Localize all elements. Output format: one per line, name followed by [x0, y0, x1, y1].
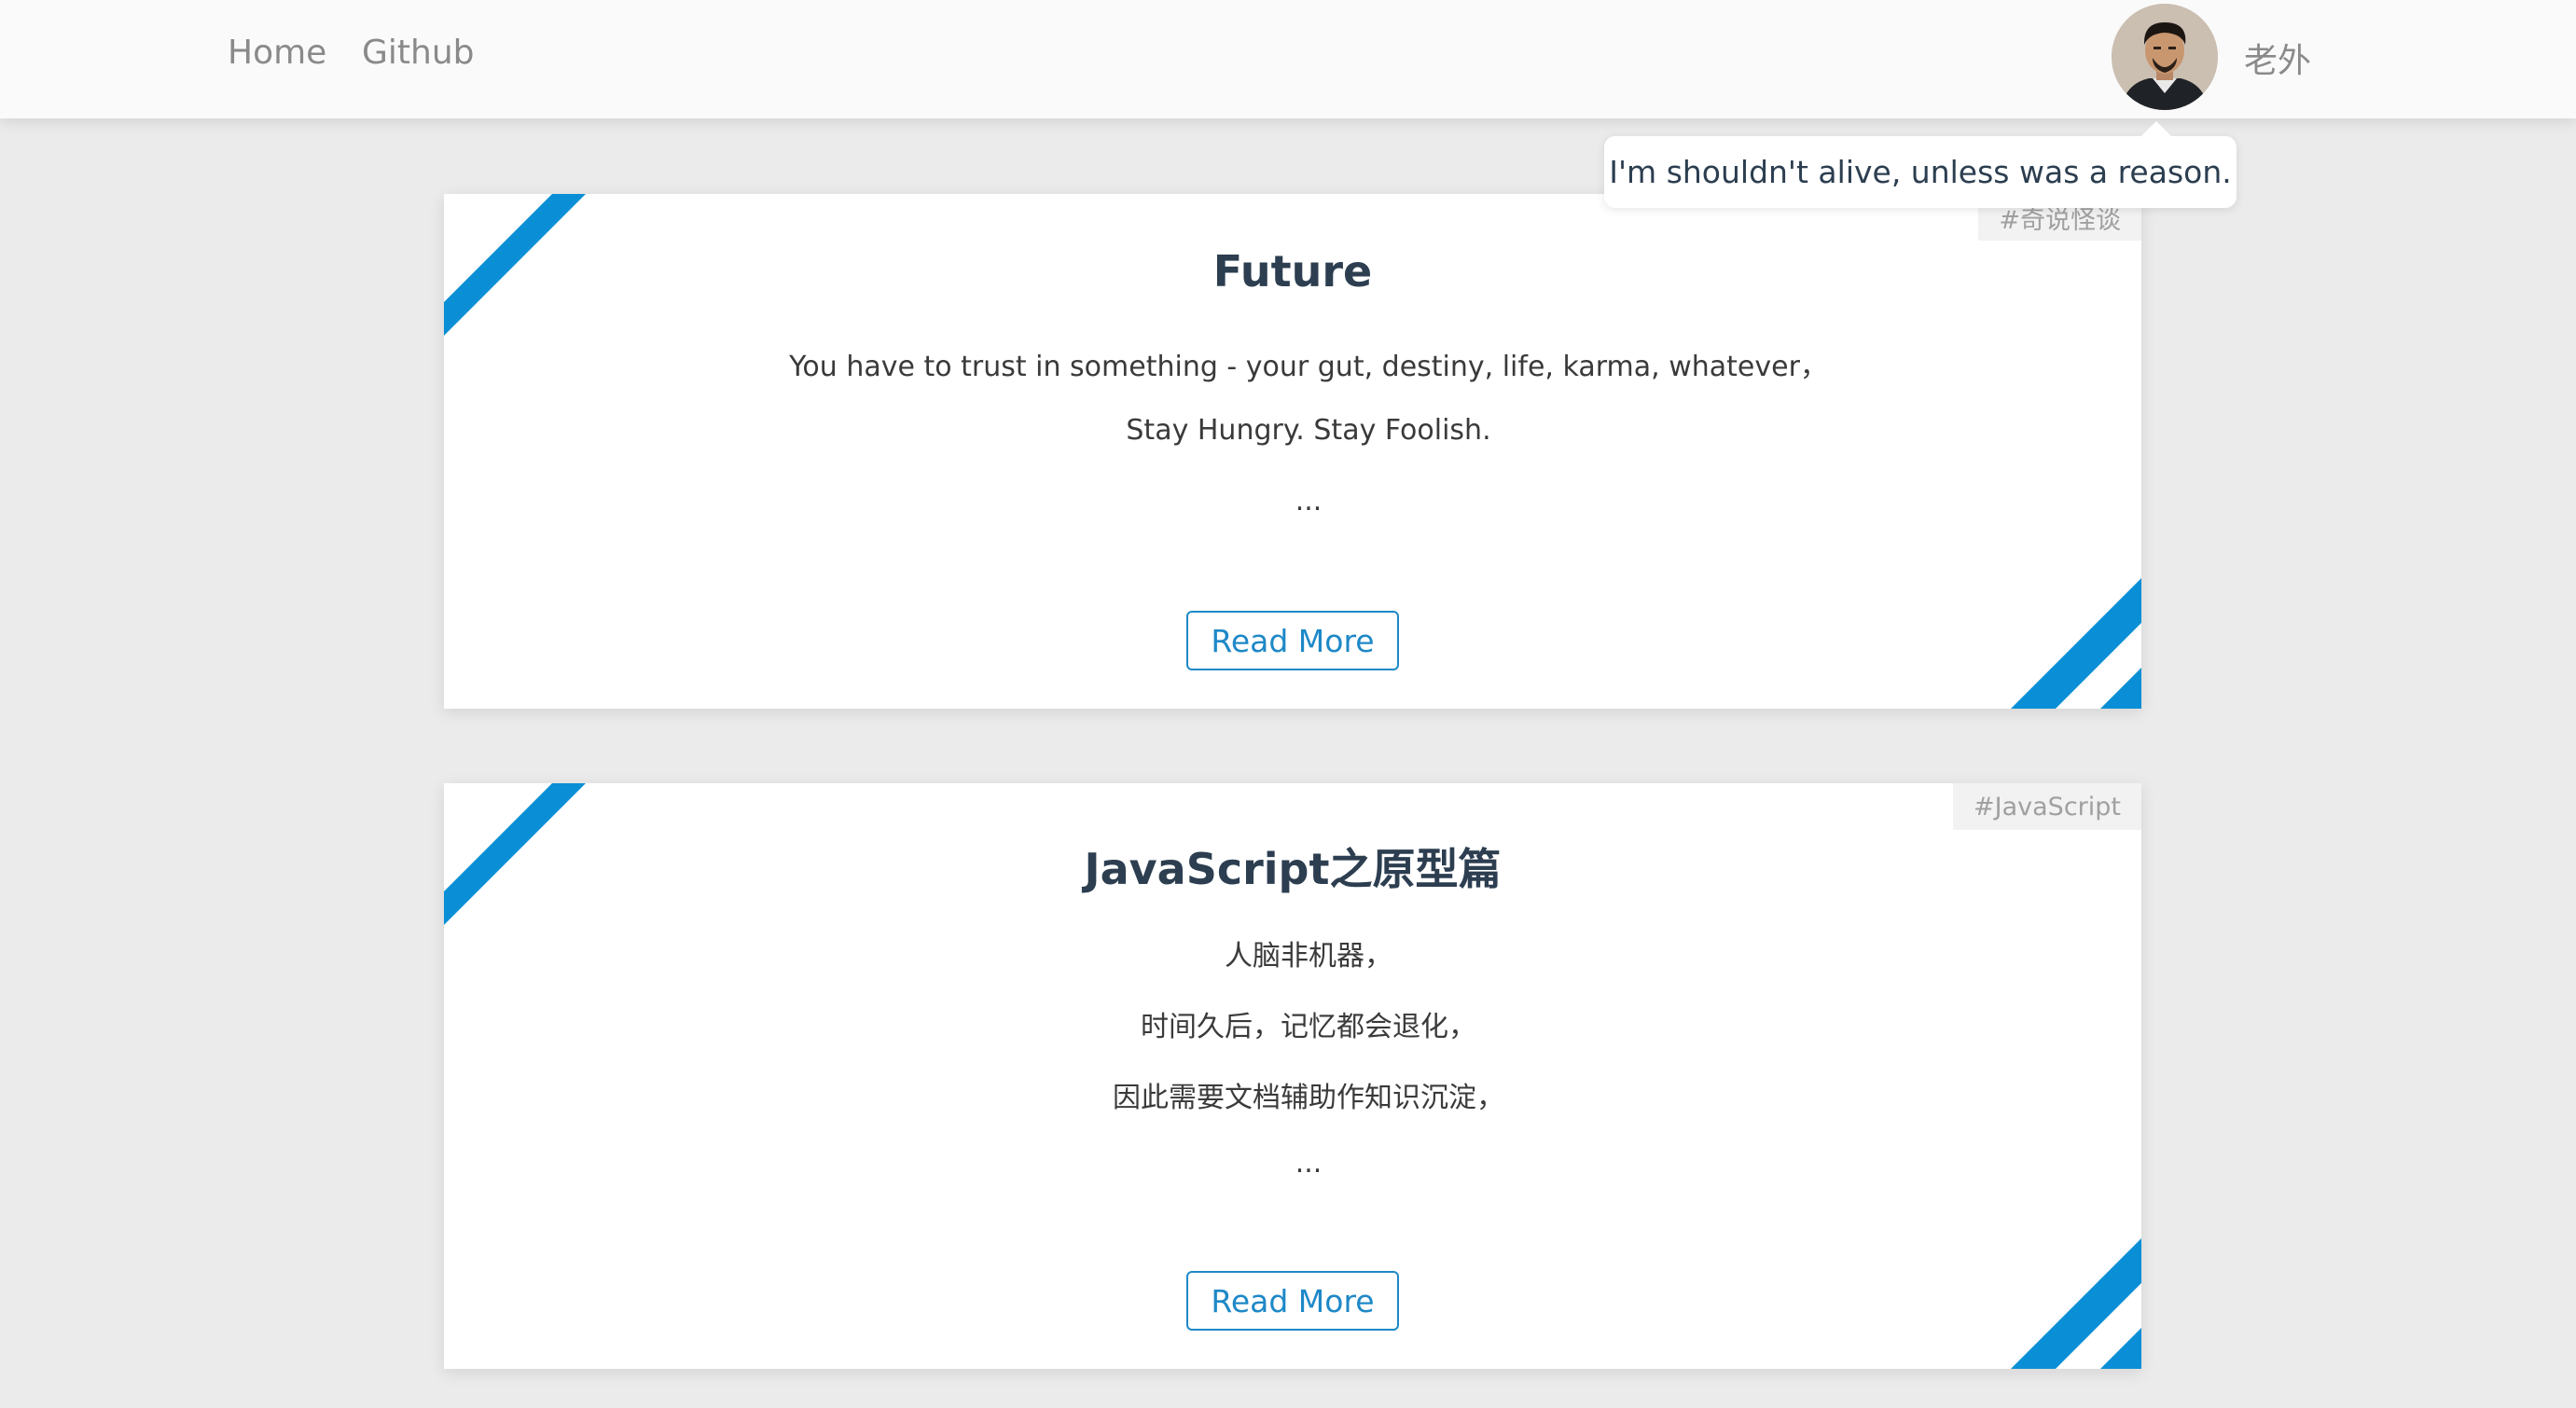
read-more-button[interactable]: Read More [1186, 611, 1399, 670]
top-navbar: Home Github 老外 [0, 0, 2576, 118]
nav-home-link[interactable]: Home [228, 34, 326, 72]
post-excerpt-line: You have to trust in something - your gu… [789, 351, 1828, 383]
post-card: #JavaScript JavaScript之原型篇 人脑非机器， 时间久后，记… [444, 783, 2141, 1369]
corner-ribbon-decoration [2011, 578, 2141, 709]
user-avatar[interactable] [2112, 4, 2218, 110]
corner-ribbon-decoration [2011, 1238, 2141, 1369]
post-tag[interactable]: #JavaScript [1953, 783, 2141, 830]
user-avatar-image [2112, 4, 2218, 110]
post-excerpt-ellipsis: ... [1295, 1147, 1323, 1180]
post-card: #奇说怪谈 Future You have to trust in someth… [444, 194, 2141, 709]
user-motto-tooltip: I'm shouldn't alive, unless was a reason… [1604, 136, 2237, 208]
post-excerpt-ellipsis: ... [1295, 485, 1323, 518]
post-title[interactable]: Future [444, 246, 2141, 297]
read-more-button[interactable]: Read More [1186, 1271, 1399, 1331]
post-excerpt-line: 时间久后，记忆都会退化， [1141, 1011, 1476, 1043]
post-title[interactable]: JavaScript之原型篇 [444, 835, 2141, 897]
nav-github-link[interactable]: Github [362, 34, 475, 72]
username[interactable]: 老外 [2244, 34, 2311, 82]
tooltip-arrow [2141, 121, 2171, 136]
post-excerpt-line: Stay Hungry. Stay Foolish. [1126, 414, 1491, 447]
post-excerpt-line: 因此需要文档辅助作知识沉淀， [1113, 1082, 1504, 1114]
post-excerpt-line: 人脑非机器， [1225, 940, 1392, 973]
